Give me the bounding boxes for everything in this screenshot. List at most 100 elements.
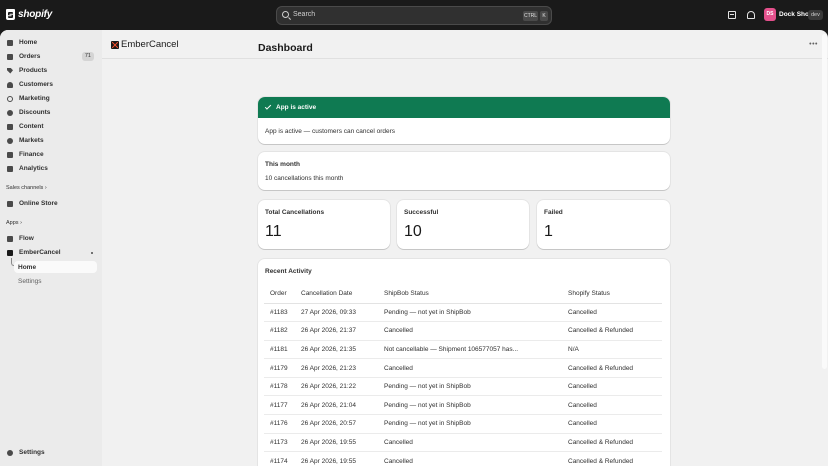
shopify-status-cell: Cancelled: [562, 303, 662, 323]
order-cell: #1174: [264, 451, 295, 466]
sidebar-item-label: Home: [19, 39, 38, 46]
shopify-status-cell: Cancelled & Refunded: [562, 433, 662, 453]
bell-icon[interactable]: [747, 11, 755, 19]
stat-label: Failed: [544, 209, 563, 216]
search-input[interactable]: Search CTRL K: [276, 6, 552, 25]
sidebar-item-finance[interactable]: Finance: [3, 148, 97, 161]
sidebar-subitem-home[interactable]: Home: [14, 261, 97, 273]
globe-icon: [7, 137, 13, 144]
check-icon: [264, 103, 272, 110]
pin-icon[interactable]: [91, 252, 93, 254]
column-header: Shopify Status: [562, 284, 662, 304]
order-cell: #1173: [264, 433, 295, 453]
sidebar-item-embercancel[interactable]: EmberCancel: [3, 246, 97, 259]
apps-heading[interactable]: Apps ›: [6, 220, 22, 226]
card-title: This month: [265, 161, 301, 168]
shortcut-k: K: [540, 11, 548, 21]
column-header: Order: [264, 284, 295, 304]
sidebar-item-customers[interactable]: Customers: [3, 78, 97, 91]
top-bar: shopify Search CTRL K DS Dock Shop dev: [0, 0, 828, 30]
brand-name: shopify: [18, 9, 53, 20]
sidebar-item-home[interactable]: Home: [3, 36, 97, 49]
sidebar-item-label: Online Store: [19, 200, 58, 207]
table-row: #1182 26 Apr 2026, 21:37 Cancelled Cance…: [264, 321, 662, 341]
gear-icon: [7, 449, 13, 456]
shopify-bag-icon: [6, 9, 15, 20]
stat-label: Successful: [404, 209, 439, 216]
shopify-logo[interactable]: shopify: [6, 9, 52, 20]
flow-icon: [7, 235, 13, 242]
more-actions-icon[interactable]: •••: [809, 41, 818, 48]
app-header: EmberCancel •••: [102, 30, 828, 60]
shipbob-status-cell: Cancelled: [378, 358, 562, 378]
stat-value: 11: [265, 223, 282, 240]
embercancel-app-icon: [7, 249, 13, 256]
shipbob-status-cell: Cancelled: [378, 451, 562, 466]
sidebar-item-settings[interactable]: Settings: [3, 446, 97, 459]
stat-card-total: Total Cancellations 11: [258, 200, 390, 249]
sidebar-item-online-store[interactable]: Online Store: [3, 197, 97, 210]
order-cell: #1183: [264, 303, 295, 323]
sidebar-item-markets[interactable]: Markets: [3, 134, 97, 147]
store-icon[interactable]: [728, 11, 736, 19]
order-cell: #1181: [264, 340, 295, 360]
sidebar-item-label: Discounts: [19, 109, 51, 116]
date-cell: 27 Apr 2026, 09:33: [295, 303, 378, 323]
sidebar-item-flow[interactable]: Flow: [3, 232, 97, 245]
date-cell: 26 Apr 2026, 21:35: [295, 340, 378, 360]
sidebar-item-label: Products: [19, 67, 48, 74]
date-cell: 26 Apr 2026, 21:23: [295, 358, 378, 378]
search-icon: [282, 11, 289, 18]
sales-channels-label: Sales channels: [6, 185, 44, 191]
sidebar-item-label: Analytics: [19, 165, 48, 172]
month-summary: 10 cancellations this month: [265, 175, 344, 182]
stat-card-successful: Successful 10: [397, 200, 529, 249]
sidebar-item-content[interactable]: Content: [3, 120, 97, 133]
sidebar-item-label: Customers: [19, 81, 53, 88]
scrollbar[interactable]: [822, 34, 827, 369]
shipbob-status-cell: Pending — not yet in ShipBob: [378, 303, 562, 323]
order-cell: #1177: [264, 395, 295, 416]
shopify-status-cell: N/A: [562, 340, 662, 360]
sales-channels-heading[interactable]: Sales channels ›: [6, 185, 47, 191]
shopify-status-cell: Cancelled: [562, 414, 662, 434]
date-cell: 26 Apr 2026, 20:57: [295, 414, 378, 434]
table-row: #1181 26 Apr 2026, 21:35 Not cancellable…: [264, 340, 662, 360]
sidebar: Home Orders 71 Products Customers Market…: [0, 30, 102, 466]
app-title: EmberCancel: [121, 39, 179, 50]
avatar[interactable]: DS: [764, 8, 776, 21]
date-cell: 26 Apr 2026, 21:04: [295, 395, 378, 416]
table-row: #1179 26 Apr 2026, 21:23 Cancelled Cance…: [264, 358, 662, 378]
sidebar-item-orders[interactable]: Orders 71: [3, 50, 97, 63]
shipbob-status-cell: Not cancellable — Shipment 106577057 has…: [378, 340, 562, 360]
sidebar-item-products[interactable]: Products: [3, 64, 97, 77]
shopify-status-cell: Cancelled & Refunded: [562, 321, 662, 341]
stat-value: 10: [404, 223, 422, 240]
sidebar-item-label: Orders: [19, 53, 41, 60]
sidebar-item-discounts[interactable]: Discounts: [3, 106, 97, 119]
table-row: #1177 26 Apr 2026, 21:04 Pending — not y…: [264, 395, 662, 416]
header-divider: [102, 58, 828, 59]
search-placeholder: Search: [293, 11, 316, 18]
order-cell: #1179: [264, 358, 295, 378]
banner-header: App is active: [258, 97, 670, 118]
sidebar-item-analytics[interactable]: Analytics: [3, 162, 97, 175]
table-row: #1173 26 Apr 2026, 19:55 Cancelled Cance…: [264, 433, 662, 453]
this-month-card: This month 10 cancellations this month: [258, 152, 670, 190]
sidebar-subitem-settings[interactable]: Settings: [14, 275, 97, 287]
shortcut-ctrl: CTRL: [523, 11, 538, 21]
date-cell: 26 Apr 2026, 19:55: [295, 433, 378, 453]
sidebar-item-marketing[interactable]: Marketing: [3, 92, 97, 105]
table-row: #1176 26 Apr 2026, 20:57 Pending — not y…: [264, 414, 662, 434]
order-cell: #1178: [264, 377, 295, 397]
orders-count-badge: 71: [81, 52, 94, 61]
stat-label: Total Cancellations: [265, 209, 325, 216]
chart-icon: [7, 165, 13, 172]
shopify-status-cell: Cancelled & Refunded: [562, 451, 662, 466]
activity-table: Order Cancellation Date ShipBob Status S…: [264, 284, 662, 466]
shopify-status-cell: Cancelled: [562, 377, 662, 397]
sidebar-item-label: Settings: [19, 449, 45, 456]
sidebar-item-label: EmberCancel: [19, 249, 61, 256]
date-cell: 26 Apr 2026, 19:55: [295, 451, 378, 466]
storefront-icon: [7, 200, 13, 207]
